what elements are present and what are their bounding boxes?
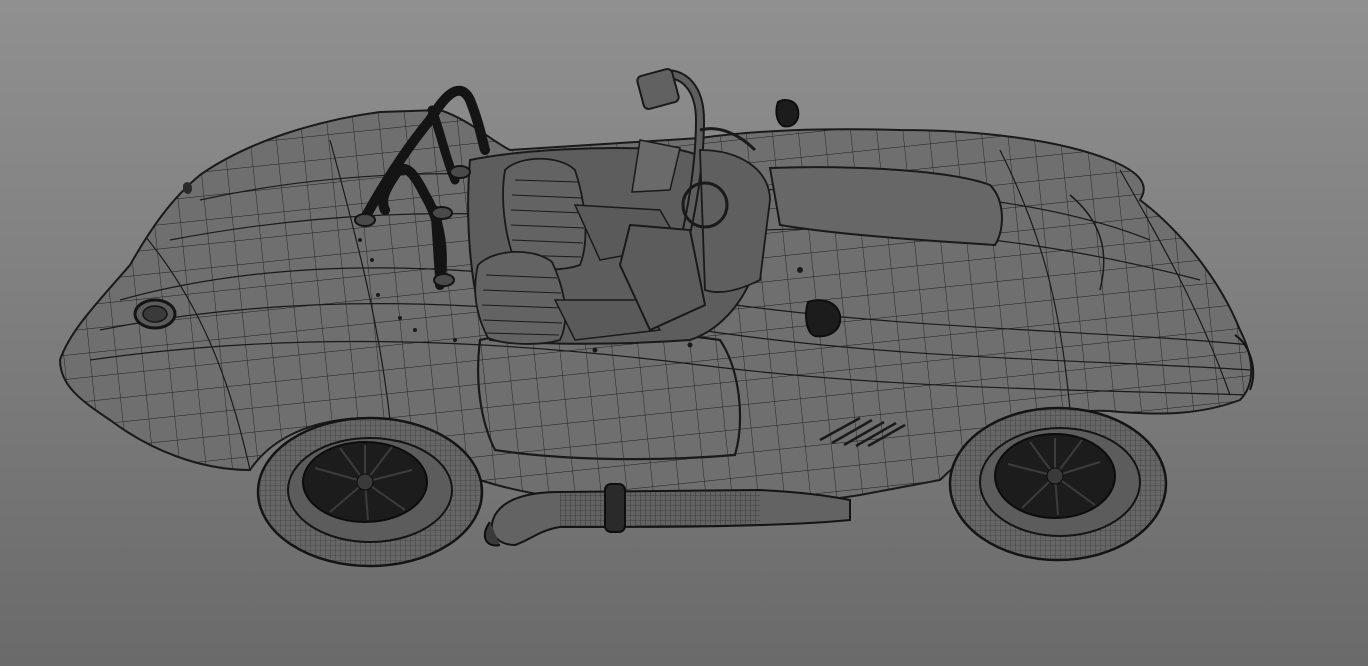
- wireframe-car-model[interactable]: [0, 0, 1368, 666]
- side-exhaust-pipe[interactable]: [483, 483, 851, 547]
- rearview-mirror[interactable]: [636, 68, 680, 110]
- 3d-viewport[interactable]: [0, 0, 1368, 666]
- side-mirror-rear[interactable]: [775, 99, 800, 128]
- rear-wheel[interactable]: [256, 416, 484, 568]
- exhaust-clamp: [604, 483, 626, 533]
- seat-front[interactable]: [474, 250, 567, 345]
- dashboard[interactable]: [699, 149, 771, 293]
- front-wheel[interactable]: [948, 406, 1168, 562]
- side-mirror[interactable]: [805, 299, 842, 338]
